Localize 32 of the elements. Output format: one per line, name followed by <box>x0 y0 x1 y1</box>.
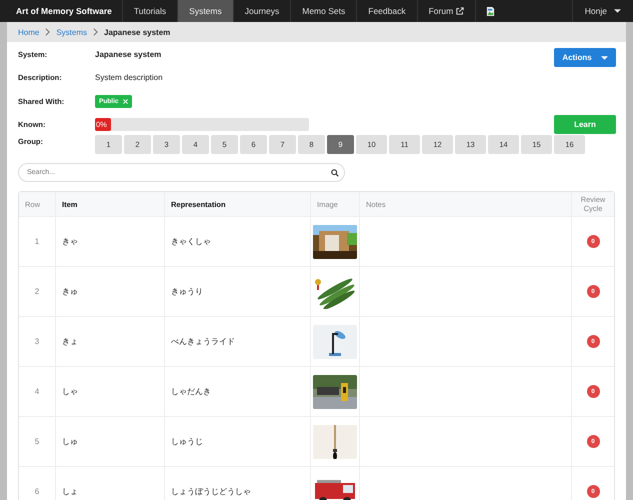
row-number: 3 <box>19 316 56 366</box>
external-link-icon <box>456 7 464 15</box>
table-cell: きゅ <box>56 266 164 316</box>
table-cell: しゅ <box>56 416 164 466</box>
table-cell: しゃ <box>56 366 164 416</box>
row-number: 5 <box>19 416 56 466</box>
row-number: 4 <box>19 366 56 416</box>
breadcrumb-current: Japanese system <box>104 28 170 36</box>
table-cell: きゃくしゃ <box>164 216 310 266</box>
search-icon <box>331 169 339 177</box>
caret-icon <box>614 9 621 13</box>
row-number: 1 <box>19 216 56 266</box>
actions-button[interactable]: Actions <box>554 48 616 67</box>
table-cell: しゃだんき <box>164 366 310 416</box>
table-cell: きょ <box>56 316 164 366</box>
row-number: 6 <box>19 466 56 500</box>
broken-image-icon <box>486 6 496 16</box>
breadcrumb-link[interactable]: Systems <box>56 28 88 36</box>
row-number: 2 <box>19 266 56 316</box>
chevron-icon <box>93 28 98 36</box>
table-cell: きゅうり <box>164 266 310 316</box>
table-cell: きゃ <box>56 216 164 266</box>
table-cell: べんきょうライド <box>164 316 310 366</box>
system-name: Japanese system <box>95 50 162 59</box>
caret-icon <box>600 56 608 60</box>
table-cell: しょうぼうじどうしゃ <box>164 466 310 500</box>
nav-link[interactable]: Systems <box>178 0 234 22</box>
chevron-icon <box>45 28 50 36</box>
table-cell: しゅうじ <box>164 416 310 466</box>
system-description: System description <box>95 72 163 82</box>
table-cell: しょ <box>56 466 164 500</box>
close-icon[interactable] <box>122 98 128 104</box>
